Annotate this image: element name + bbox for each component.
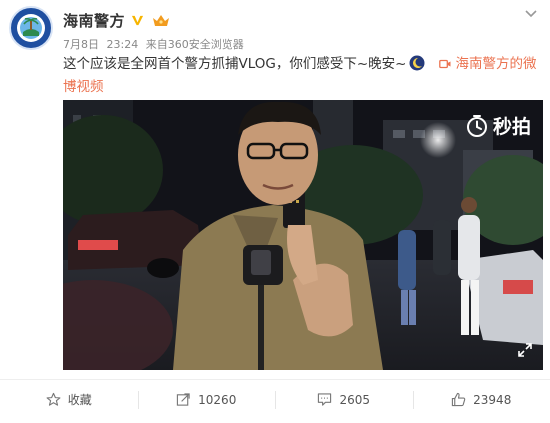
like-count: 23948 — [473, 392, 512, 407]
repost-icon — [177, 393, 190, 406]
miaopai-logo-icon — [466, 114, 487, 137]
police-badge-logo — [12, 9, 50, 47]
post-meta: 7月8日 23:24 来自360安全浏览器 — [63, 36, 248, 52]
comment-icon — [318, 393, 332, 406]
action-bar: 收藏 10260 2605 23948 — [0, 379, 550, 419]
like-button[interactable]: 23948 — [412, 380, 550, 419]
repost-button[interactable]: 10260 — [137, 380, 276, 419]
thumbs-up-icon — [452, 392, 466, 407]
verified-v-icon — [131, 15, 144, 25]
moon-emoji-icon — [409, 55, 424, 71]
post-source-prefix: 来自 — [145, 38, 168, 51]
video-player[interactable]: 秒拍 — [63, 100, 543, 370]
author-name[interactable]: 海南警方 — [63, 10, 125, 31]
post-source: 360安全浏览器 — [167, 38, 244, 51]
comment-count: 2605 — [339, 392, 371, 407]
post-date[interactable]: 7月8日 — [63, 38, 99, 51]
comment-button[interactable]: 2605 — [275, 380, 413, 419]
author-avatar[interactable] — [9, 6, 53, 50]
favorite-label: 收藏 — [67, 393, 92, 407]
video-frame — [63, 100, 543, 370]
repost-count: 10260 — [198, 392, 237, 407]
post-body: 这个应该是全网首个警方抓捕VLOG，你们感受下~晚安~ — [63, 56, 407, 72]
video-camera-icon — [438, 59, 450, 69]
crown-icon[interactable] — [152, 14, 170, 27]
video-watermark: 秒拍 — [465, 112, 531, 139]
favorite-button[interactable]: 收藏 — [0, 380, 138, 419]
author-row: 海南警方 — [63, 10, 170, 30]
star-icon — [46, 392, 61, 406]
post-time[interactable]: 23:24 — [107, 38, 139, 51]
post-text: 这个应该是全网首个警方抓捕VLOG，你们感受下~晚安~ 海南警方的微博视频 — [63, 53, 538, 99]
watermark-text: 秒拍 — [492, 116, 531, 138]
fullscreen-icon[interactable] — [517, 342, 533, 358]
chevron-down-icon[interactable] — [524, 9, 538, 19]
